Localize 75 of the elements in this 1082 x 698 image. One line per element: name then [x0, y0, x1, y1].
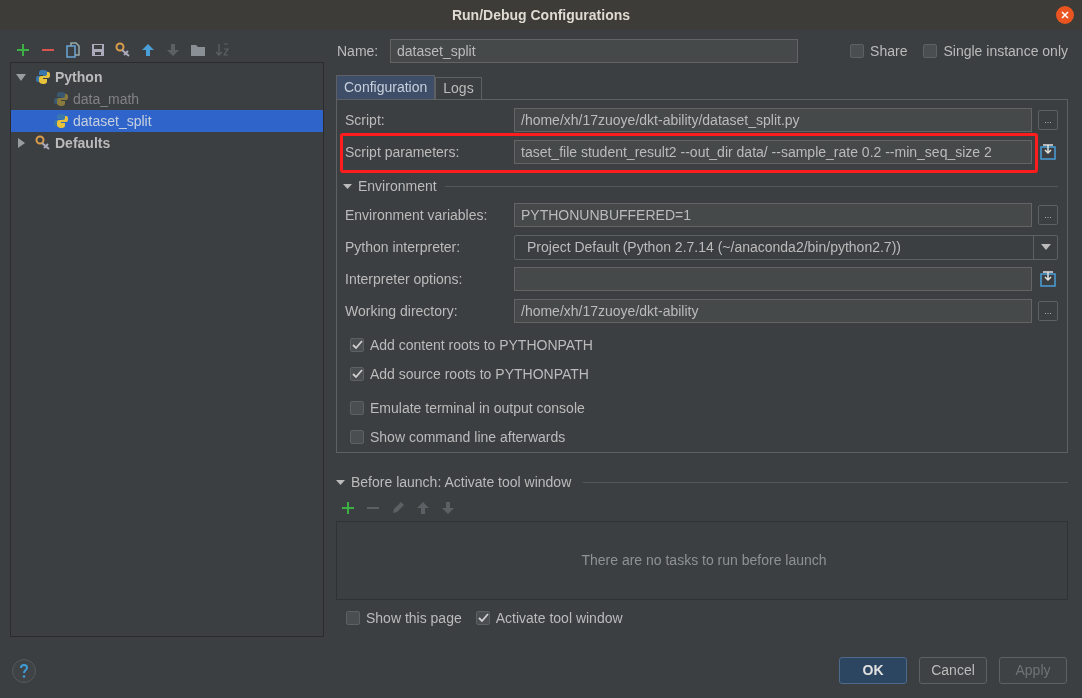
folder-icon[interactable] [190, 42, 206, 58]
section-label: Environment [358, 176, 437, 196]
dialog-button[interactable]: Cancel [919, 657, 987, 684]
field-label: Environment variables: [345, 205, 489, 225]
python-logo-icon [53, 113, 69, 129]
section-label: Before launch: Activate tool window [351, 472, 572, 492]
browse-button[interactable]: ... [1038, 301, 1058, 321]
tree-item-label: data_math [73, 89, 140, 109]
checkbox[interactable] [346, 611, 360, 625]
field-label: Interpreter options: [345, 269, 464, 289]
tab[interactable]: Logs [435, 77, 482, 99]
checkbox[interactable] [350, 401, 364, 415]
checkbox-label: Single instance only [943, 41, 1068, 61]
wrench-icon[interactable] [115, 42, 131, 58]
parameters-field[interactable]: taset_file student_result2 --out_dir data/ --sample_rate 0.2 --min_seq_size 2 [514, 140, 1032, 164]
field-label: Name: [336, 41, 380, 61]
expand-field-icon[interactable] [1040, 271, 1056, 287]
dropdown-value: Project Default (Python 2.7.14 (~/anaconda2/bin/python2.7)) [526, 237, 902, 257]
field-label: Python interpreter: [345, 237, 462, 257]
checkbox[interactable] [850, 44, 865, 58]
plus-icon[interactable] [340, 500, 356, 516]
checkmark-icon [351, 339, 363, 351]
close-button[interactable] [1056, 6, 1074, 24]
interpreter-dropdown[interactable]: Project Default (Python 2.7.14 (~/anaconda2/bin/python2.7)) [514, 234, 1058, 260]
tree-item-label: dataset_split [73, 111, 152, 131]
name-field[interactable]: dataset_split [390, 39, 798, 63]
python-logo-icon [35, 69, 51, 85]
tree-item-label: Defaults [55, 133, 111, 153]
collapse-arrow-icon[interactable] [336, 477, 345, 487]
up-arrow-icon[interactable] [140, 42, 156, 58]
checkbox[interactable] [350, 367, 364, 381]
field-label: Working directory: [345, 301, 459, 321]
checkbox-label: Add source roots to PYTHONPATH [370, 364, 589, 384]
field-label: Script parameters: [345, 142, 461, 162]
save-icon[interactable] [90, 42, 106, 58]
checkbox[interactable] [350, 430, 364, 444]
checkmark-icon [476, 612, 489, 624]
checkbox-label: Emulate terminal in output console [370, 398, 585, 418]
dropdown-arrow-icon[interactable] [1040, 243, 1051, 251]
browse-button[interactable]: ... [1038, 110, 1058, 130]
checkbox-label: Show this page [366, 608, 462, 628]
expand-arrow-icon[interactable] [15, 71, 27, 83]
python-logo-icon [53, 91, 69, 107]
window-title: Run/Debug Configurations [451, 5, 631, 25]
checkbox-label: Activate tool window [495, 608, 623, 628]
collapse-arrow-icon[interactable] [343, 181, 352, 191]
checkbox[interactable] [475, 611, 490, 625]
text-field[interactable]: /home/xh/17zuoye/dkt-ability/dataset_split.py [514, 108, 1032, 132]
checkbox[interactable] [923, 44, 938, 58]
checkbox[interactable] [350, 338, 364, 352]
tab[interactable]: Configuration [336, 75, 436, 99]
help-icon [19, 663, 29, 678]
plus-icon[interactable] [15, 42, 31, 58]
parameters-field[interactable] [514, 267, 1032, 291]
wrench-icon [35, 135, 51, 151]
checkmark-icon [351, 368, 363, 380]
text-field[interactable]: /home/xh/17zuoye/dkt-ability [514, 299, 1032, 323]
dialog-button[interactable]: OK [839, 657, 907, 684]
close-icon [1061, 11, 1069, 19]
help-button[interactable] [12, 658, 36, 683]
field-label: Script: [345, 110, 386, 130]
tree-item[interactable]: Defaults [11, 132, 323, 154]
checkbox-label: Add content roots to PYTHONPATH [370, 335, 593, 355]
tree-item[interactable]: dataset_split [11, 110, 323, 132]
copy-icon[interactable] [65, 42, 81, 58]
text-field[interactable]: PYTHONUNBUFFERED=1 [514, 203, 1032, 227]
checkbox-label: Show command line afterwards [370, 427, 566, 447]
collapse-arrow-icon[interactable] [15, 137, 27, 149]
tree-item[interactable]: Python [11, 66, 323, 88]
tree-item[interactable]: data_math [11, 88, 323, 110]
checkbox-label: Share [870, 41, 908, 61]
browse-button[interactable]: ... [1038, 205, 1058, 225]
tree-item-label: Python [55, 67, 103, 87]
expand-field-icon[interactable] [1040, 144, 1056, 160]
empty-list-message: There are no tasks to run before launch [580, 551, 827, 570]
